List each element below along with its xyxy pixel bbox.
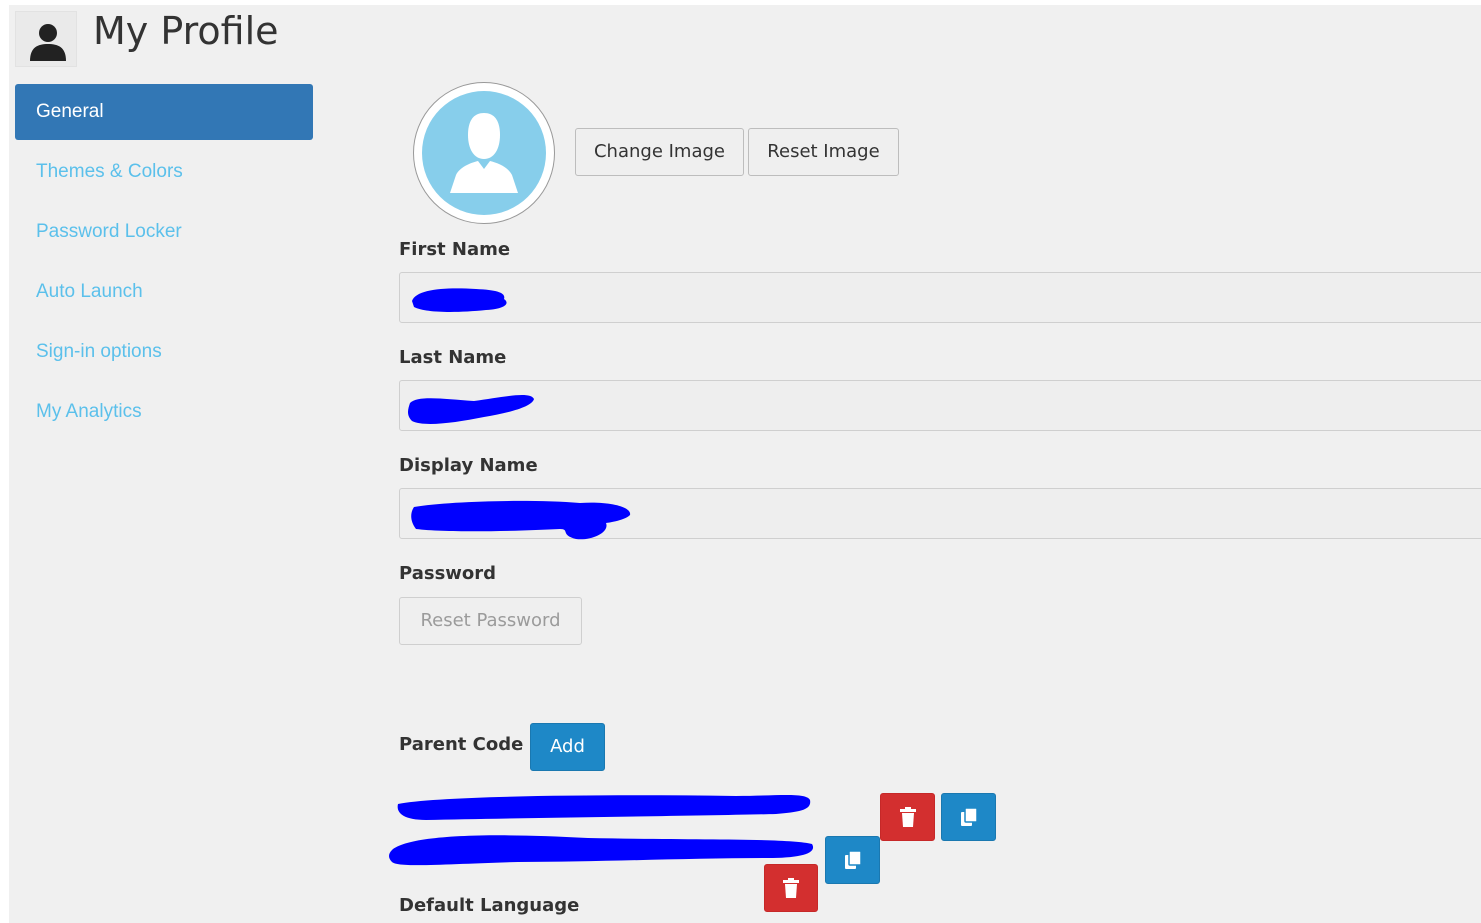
first-name-field[interactable] (399, 272, 1481, 323)
sidebar-item-auto-launch[interactable]: Auto Launch (15, 264, 313, 320)
parent-code-label: Parent Code (399, 734, 524, 755)
redaction-mark (411, 500, 631, 540)
profile-header-icon-box (15, 11, 77, 67)
last-name-field[interactable] (399, 380, 1481, 431)
reset-image-button[interactable]: Reset Image (748, 128, 899, 176)
avatar-placeholder-icon (450, 113, 518, 193)
sidebar-item-my-analytics[interactable]: My Analytics (15, 384, 313, 440)
redaction-mark (389, 835, 814, 866)
page-title: My Profile (93, 9, 279, 53)
first-name-label: First Name (399, 239, 511, 260)
copy-icon (844, 850, 862, 869)
display-name-label: Display Name (399, 455, 538, 476)
copy-parent-code-button-2[interactable] (825, 836, 880, 884)
sidebar-item-sign-in-options[interactable]: Sign-in options (15, 324, 313, 380)
delete-parent-code-button-2[interactable] (764, 864, 818, 912)
copy-parent-code-button-1[interactable] (941, 793, 996, 841)
trash-icon (783, 878, 799, 898)
avatar (413, 82, 555, 224)
change-image-button[interactable]: Change Image (575, 128, 744, 176)
redaction-mark (408, 395, 534, 424)
default-language-label: Default Language (399, 895, 580, 916)
password-label: Password (399, 563, 497, 584)
redaction-mark (397, 795, 811, 820)
add-parent-code-button[interactable]: Add (530, 723, 605, 771)
delete-parent-code-button-1[interactable] (880, 793, 935, 841)
redaction-mark (412, 288, 507, 312)
sidebar-item-themes-colors[interactable]: Themes & Colors (15, 144, 313, 200)
display-name-field[interactable] (399, 488, 1481, 540)
last-name-label: Last Name (399, 347, 507, 368)
profile-page (9, 5, 1481, 923)
reset-password-button[interactable]: Reset Password (399, 597, 582, 645)
copy-icon (960, 807, 978, 826)
user-icon (30, 24, 66, 61)
trash-icon (899, 807, 916, 827)
sidebar-item-general[interactable]: General (15, 84, 313, 140)
sidebar-item-password-locker[interactable]: Password Locker (15, 204, 313, 260)
